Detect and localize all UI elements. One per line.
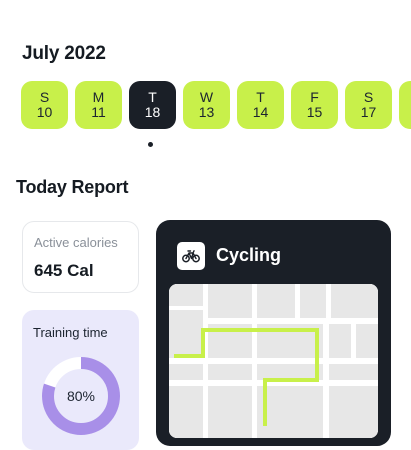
training-percent-text: 80% [66,388,96,404]
day-weekday: S [39,89,50,105]
training-time-label: Training time [33,325,108,340]
day-button-18-selected[interactable]: T 18 [129,81,176,129]
day-date: 14 [252,104,269,120]
day-weekday: M [92,89,105,105]
day-weekday: W [199,89,214,105]
day-date: 13 [198,104,215,120]
day-date: 15 [306,104,323,120]
day-button-partial[interactable] [399,81,411,129]
day-button-14[interactable]: T 14 [237,81,284,129]
day-date: 10 [36,104,53,120]
day-selector: S 10 M 11 T 18 W 13 T 14 F 15 S 17 [21,81,411,129]
cycling-card[interactable]: Cycling [156,220,391,446]
day-button-15[interactable]: F 15 [291,81,338,129]
day-weekday: F [310,89,319,105]
day-weekday: S [363,89,374,105]
section-title-today-report: Today Report [16,177,129,197]
day-button-17[interactable]: S 17 [345,81,392,129]
day-button-11[interactable]: M 11 [75,81,122,129]
active-calories-card[interactable]: Active calories 645 Cal [22,221,139,293]
day-button-10[interactable]: S 10 [21,81,68,129]
cycling-title: Cycling [216,245,282,265]
day-weekday: T [148,89,157,105]
bicycle-icon [177,242,205,270]
selected-day-indicator [148,142,153,147]
day-button-13[interactable]: W 13 [183,81,230,129]
day-date: 18 [144,104,161,120]
day-date: 17 [360,104,377,120]
training-time-card[interactable]: Training time 80% [22,310,139,450]
route-map[interactable] [169,284,378,438]
day-weekday: T [256,89,265,105]
day-date: 11 [91,104,106,120]
active-calories-value: 645 Cal [34,261,94,280]
active-calories-label: Active calories [34,235,118,250]
month-title: July 2022 [22,43,106,64]
